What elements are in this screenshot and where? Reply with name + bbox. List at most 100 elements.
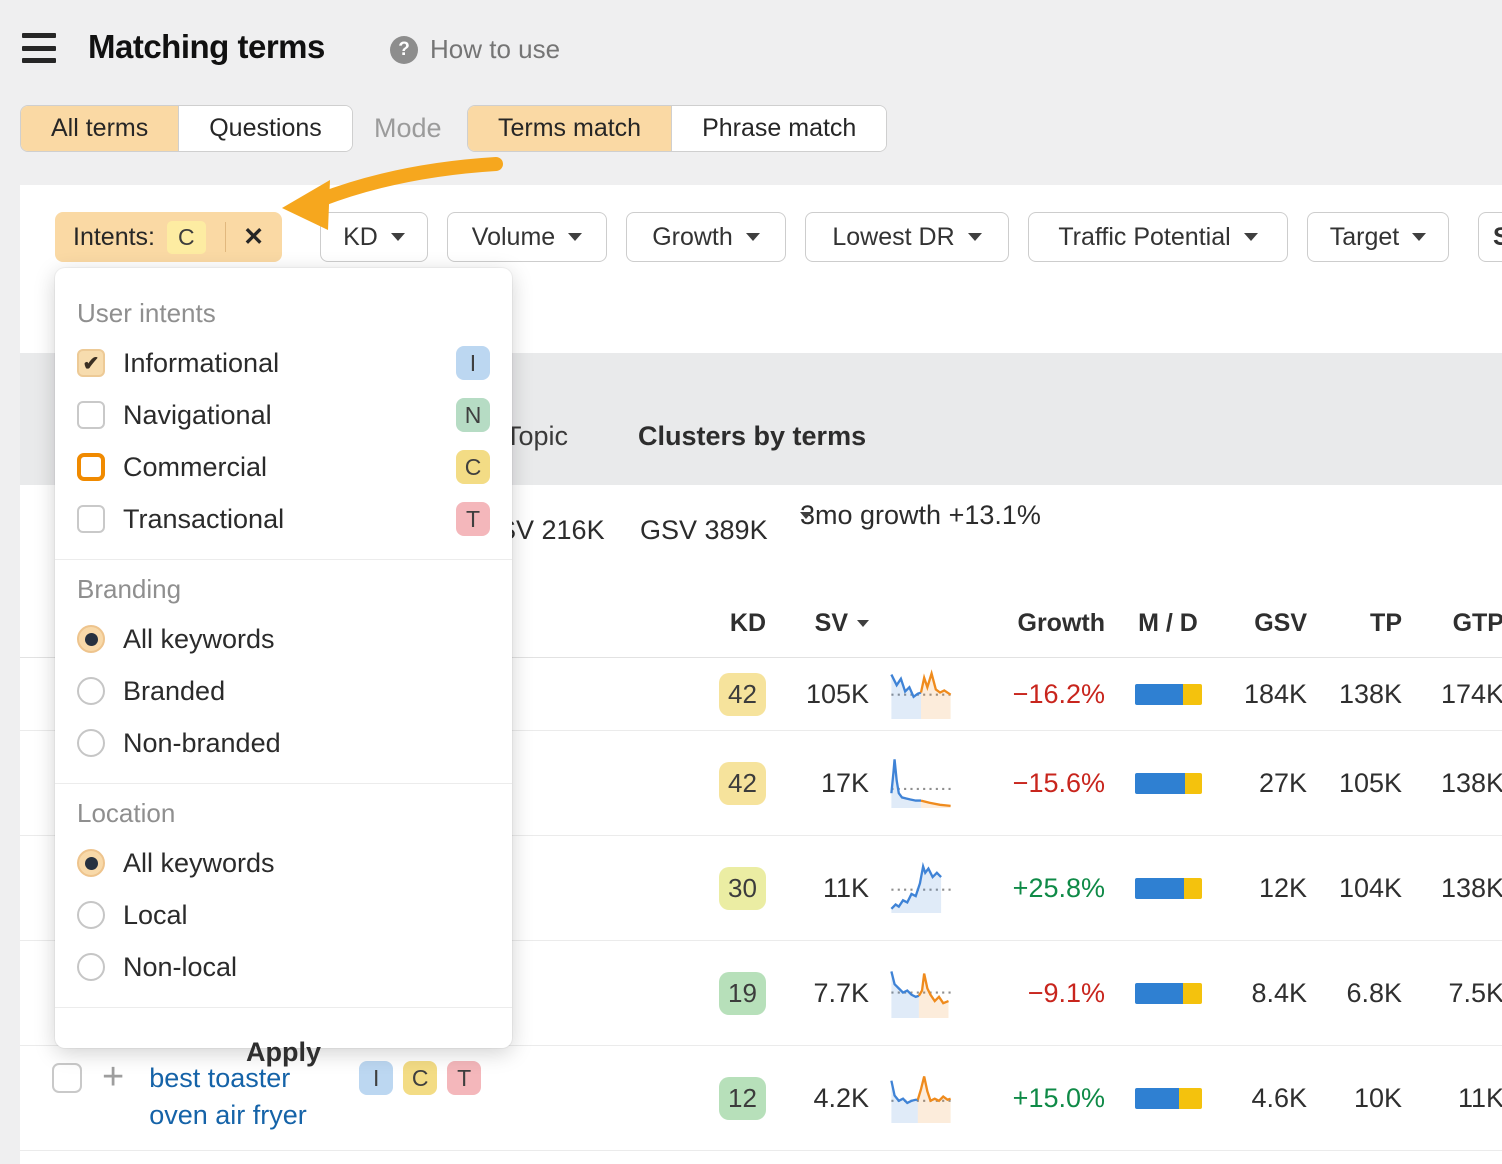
trend-sparkline[interactable] [889,1068,953,1128]
tab-phrase-match[interactable]: Phrase match [671,106,886,151]
page-title: Matching terms [88,28,325,66]
mobile-desktop-bar [1135,878,1202,899]
tab-questions[interactable]: Questions [178,106,352,151]
divider [55,559,512,560]
checkbox-unchecked-icon[interactable] [77,401,105,429]
mode-tab-group: Terms match Phrase match [467,105,887,152]
gsv-cell: 4.6K [1223,1083,1323,1114]
location-option-non-local[interactable]: Non-local [77,941,490,993]
summary-sv: SV 216K [498,515,605,546]
intents-filter-value: C [167,221,206,254]
intent-option-informational[interactable]: ✔ Informational I [77,337,490,389]
kd-badge: 30 [719,867,766,910]
apply-button[interactable]: Apply [55,1022,512,1082]
gsv-cell: 8.4K [1223,978,1323,1009]
gsv-cell: 27K [1223,768,1323,799]
col-gsv[interactable]: GSV [1223,609,1323,638]
location-option-all-keywords[interactable]: All keywords [77,837,490,889]
chevron-down-icon [746,233,760,241]
intent-badge-t: T [456,502,490,536]
tab-terms-match[interactable]: Terms match [468,106,671,151]
trend-sparkline[interactable] [889,753,953,813]
kd-cell: 19 [719,972,768,1015]
intent-option-navigational[interactable]: Navigational N [77,389,490,441]
branding-option-non-branded[interactable]: Non-branded [77,717,490,769]
col-sv-sorted[interactable]: SV [768,609,873,638]
traffic-potential-filter-button[interactable]: Traffic Potential [1028,212,1288,262]
gsv-cell: 184K [1223,679,1323,710]
col-tp[interactable]: TP [1323,609,1418,638]
kd-cell: 42 [719,673,768,716]
tp-cell: 104K [1323,873,1418,904]
radio-icon[interactable] [77,677,105,705]
tp-cell: 105K [1323,768,1418,799]
location-title: Location [77,798,490,829]
col-gtp[interactable]: GTP [1418,609,1502,638]
kd-badge: 12 [719,1077,766,1120]
growth-cell: +25.8% [968,873,1113,904]
gtp-cell: 11K [1418,1083,1502,1114]
how-to-use[interactable]: ? How to use [390,34,560,65]
radio-selected-icon[interactable] [77,849,105,877]
mobile-desktop-bar [1135,684,1202,705]
help-icon[interactable]: ? [390,36,418,64]
gtp-cell: 138K [1418,768,1502,799]
mobile-desktop-bar [1135,1088,1202,1109]
intent-badge-c: C [456,450,490,484]
location-option-local[interactable]: Local [77,889,490,941]
clear-intents-icon[interactable]: ✕ [243,222,264,252]
sv-cell: 4.2K [768,1083,873,1114]
clipped-filter-button[interactable]: S [1478,212,1502,262]
checkbox-checked-icon[interactable]: ✔ [77,349,105,377]
radio-icon[interactable] [77,953,105,981]
target-filter-button[interactable]: Target [1307,212,1449,262]
mobile-desktop-bar [1135,773,1202,794]
sv-cell: 11K [768,873,873,904]
summary-gsv: GSV 389K [640,515,768,546]
sv-cell: 17K [768,768,873,799]
hamburger-menu-icon[interactable] [22,33,56,63]
intent-option-commercial[interactable]: Commercial C [77,441,490,493]
filter-button-row: KD Volume Growth Lowest DR Traffic Poten… [320,212,1449,262]
lowest-dr-filter-button[interactable]: Lowest DR [805,212,1009,262]
branding-option-all-keywords[interactable]: All keywords [77,613,490,665]
mode-label: Mode [374,113,442,144]
tab-clusters-by-terms[interactable]: Clusters by terms [638,421,866,452]
chevron-down-icon [1244,233,1258,241]
divider [55,1007,512,1008]
tab-all-terms[interactable]: All terms [21,106,178,151]
col-kd[interactable]: KD [660,609,768,638]
kd-cell: 30 [719,867,768,910]
growth-filter-button[interactable]: Growth [626,212,786,262]
chevron-down-icon [800,512,812,519]
volume-filter-button[interactable]: Volume [447,212,607,262]
checkbox-unchecked-icon[interactable] [77,505,105,533]
intents-dropdown: User intents ✔ Informational I Navigatio… [55,268,512,1048]
intent-option-transactional[interactable]: Transactional T [77,493,490,545]
gtp-cell: 174K [1418,679,1502,710]
checkbox-highlighted-icon[interactable] [77,453,105,481]
trend-sparkline[interactable] [889,664,953,724]
branding-option-branded[interactable]: Branded [77,665,490,717]
how-to-use-label: How to use [430,34,560,65]
tab-topic[interactable]: Topic [505,421,568,452]
divider [55,783,512,784]
growth-cell: −16.2% [968,679,1113,710]
chevron-down-icon [968,233,982,241]
col-growth[interactable]: Growth [968,609,1113,638]
radio-icon[interactable] [77,729,105,757]
intents-filter-pill[interactable]: Intents: C ✕ [55,212,282,262]
sv-cell: 105K [768,679,873,710]
kd-filter-button[interactable]: KD [320,212,428,262]
radio-icon[interactable] [77,901,105,929]
growth-cell: +15.0% [968,1083,1113,1114]
tp-cell: 138K [1323,679,1418,710]
trend-sparkline[interactable] [889,963,953,1023]
intent-badge-i: I [456,346,490,380]
radio-selected-icon[interactable] [77,625,105,653]
trend-sparkline[interactable] [889,858,953,918]
intent-badge-n: N [456,398,490,432]
col-md[interactable]: M / D [1113,609,1223,638]
user-intents-title: User intents [77,298,490,329]
chevron-down-icon [391,233,405,241]
